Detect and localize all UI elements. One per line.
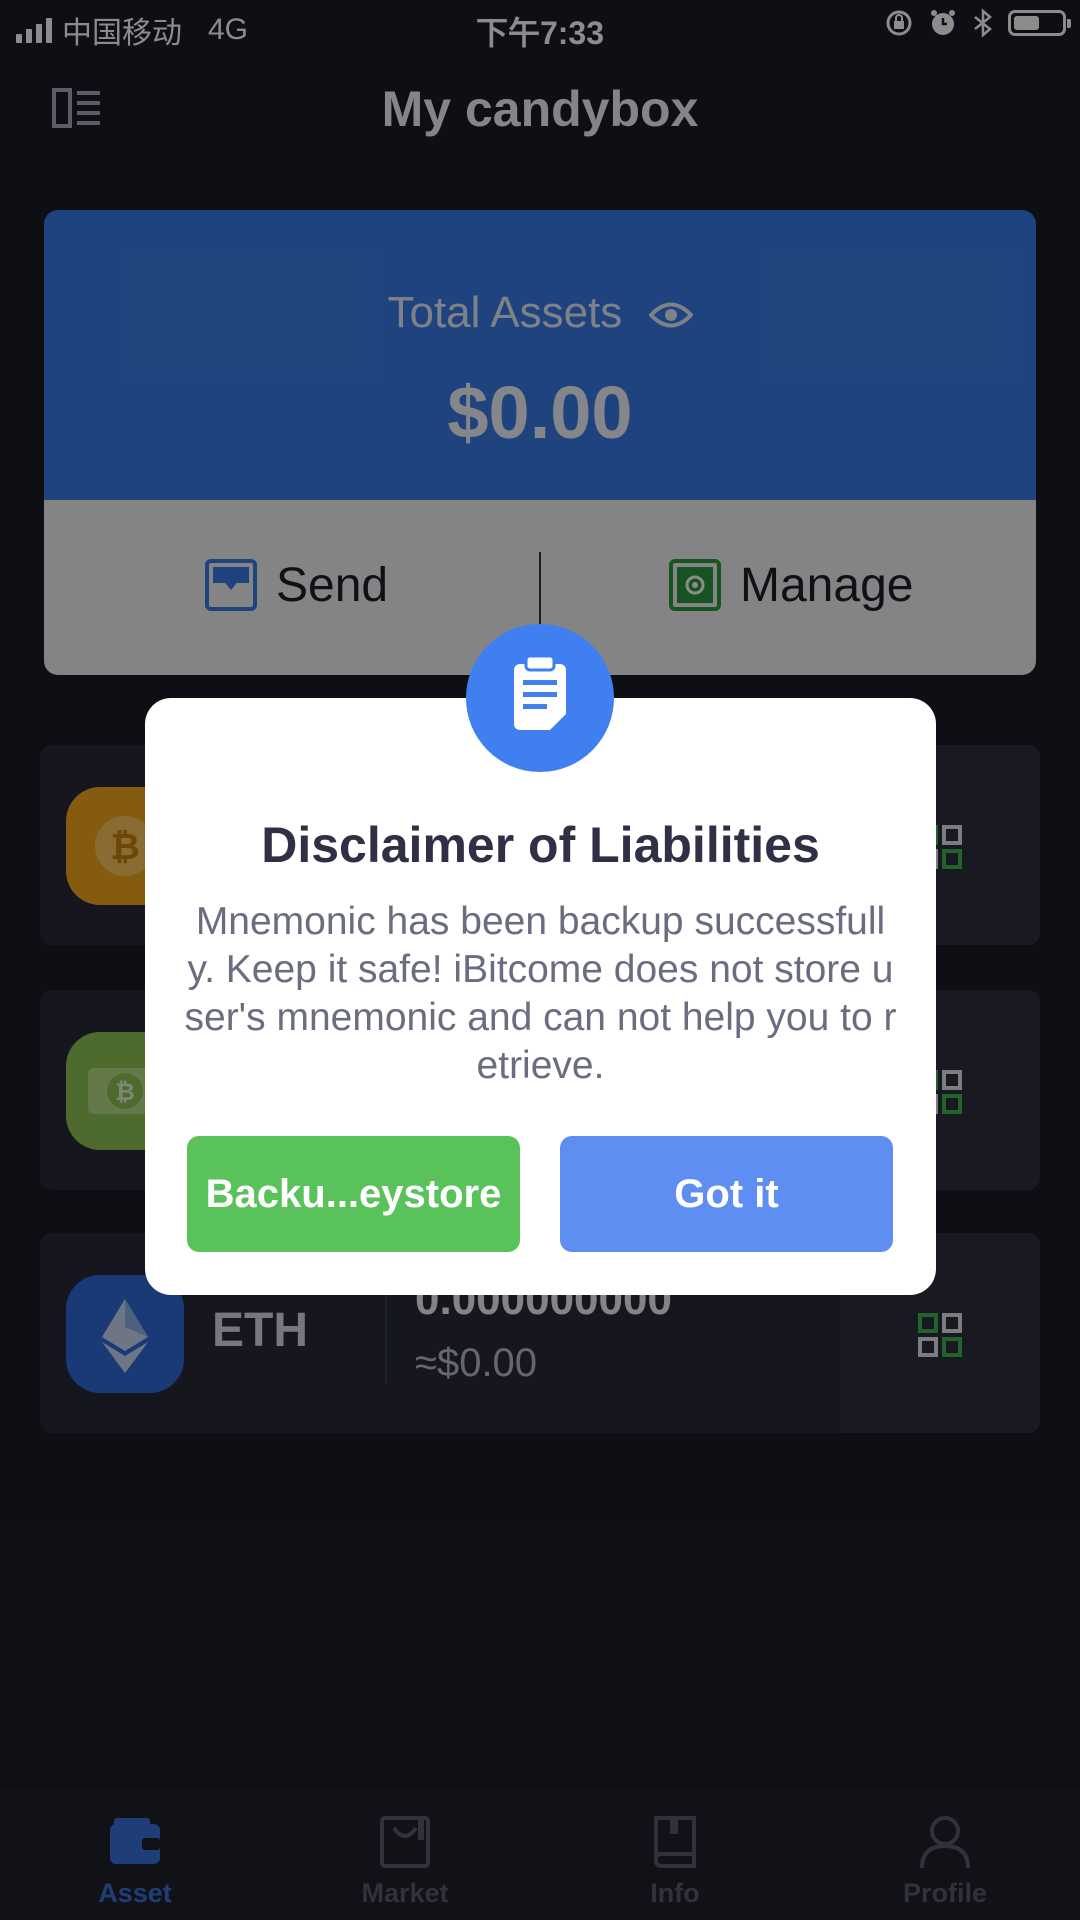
- app-screen: 中国移动 4G 下午7:33 My candybox Total Assets …: [0, 0, 1080, 1920]
- got-it-button[interactable]: Got it: [560, 1136, 893, 1252]
- dialog-message: Mnemonic has been backup successfully. K…: [184, 900, 897, 1087]
- clipboard-icon: [514, 654, 566, 730]
- dialog-badge: [466, 624, 614, 772]
- backup-keystore-button[interactable]: Backu...eystore: [187, 1136, 520, 1252]
- dialog-title: Disclaimer of Liabilities: [261, 817, 820, 873]
- disclaimer-dialog: Disclaimer of Liabilities Mnemonic has b…: [145, 698, 936, 1295]
